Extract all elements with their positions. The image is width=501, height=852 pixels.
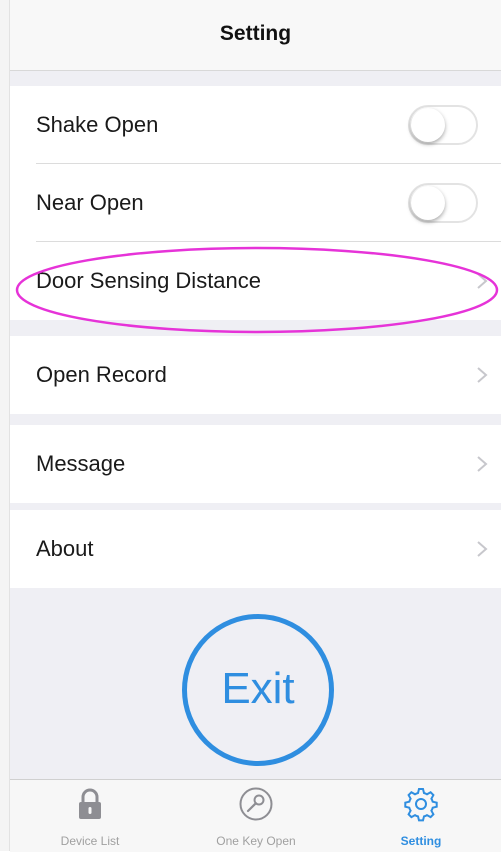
chevron-right-icon [477, 273, 488, 289]
toggle-knob [411, 108, 445, 142]
message-row[interactable]: Message [10, 425, 501, 503]
gear-icon [404, 788, 438, 822]
lock-icon [79, 788, 101, 819]
tab-setting[interactable]: Setting [341, 780, 501, 852]
open-record-row[interactable]: Open Record [10, 336, 501, 414]
tab-device-list[interactable]: Device List [10, 780, 170, 852]
tab-label: One Key Open [216, 834, 296, 848]
door-sensing-distance-row[interactable]: Door Sensing Distance [10, 242, 501, 320]
group-separator [10, 414, 501, 425]
navigation-bar: Setting [10, 0, 501, 71]
left-edge-strip [0, 0, 10, 851]
near-open-row: Near Open [10, 164, 501, 242]
settings-screen: Setting Shake Open Near Open Door Sensin… [10, 0, 501, 852]
open-record-label: Open Record [36, 362, 167, 387]
toggle-knob [411, 186, 445, 220]
message-label: Message [36, 451, 126, 476]
tab-bar: Device List One Key Open Setting [10, 779, 501, 852]
door-sensing-distance-label: Door Sensing Distance [36, 268, 262, 293]
key-icon [239, 787, 273, 821]
group-separator [10, 71, 501, 86]
tab-one-key-open[interactable]: One Key Open [176, 780, 336, 852]
tab-label: Device List [60, 834, 120, 848]
about-label: About [36, 536, 94, 561]
shake-open-row: Shake Open [10, 86, 501, 164]
tab-label: Setting [400, 834, 442, 848]
chevron-right-icon [477, 367, 488, 383]
chevron-right-icon [477, 456, 488, 472]
shake-open-label: Shake Open [36, 112, 159, 137]
exit-button[interactable]: Exit [182, 614, 334, 766]
chevron-right-icon [477, 541, 488, 557]
about-row[interactable]: About [10, 510, 501, 588]
near-open-label: Near Open [36, 190, 144, 215]
shake-open-toggle[interactable] [408, 105, 478, 145]
near-open-toggle[interactable] [408, 183, 478, 223]
group-separator [10, 320, 501, 336]
page-title: Setting [219, 22, 292, 45]
exit-area: Exit [10, 588, 501, 779]
